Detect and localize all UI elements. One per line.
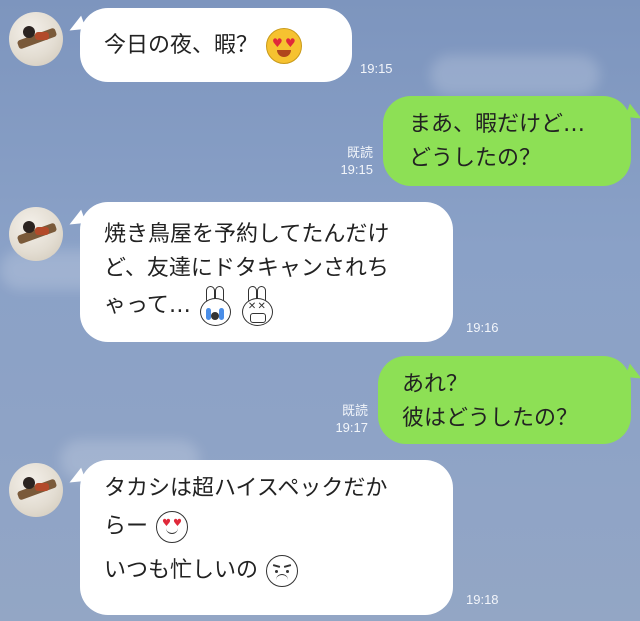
read-receipt: 既読 19:17: [335, 403, 368, 435]
shocked-bunny-icon: ✕ ✕: [239, 286, 275, 326]
incoming-message-bubble[interactable]: 今日の夜、暇？ ♥ ♥: [66, 8, 352, 82]
message-text: タカシは超ハイスペックだか: [104, 476, 388, 501]
message-text: どうしたの？: [409, 146, 542, 171]
message-text: 今日の夜、暇？: [104, 33, 259, 58]
message-timestamp: 19:15: [360, 61, 393, 76]
message-text: ど、友達にドタキャンされち: [104, 256, 389, 281]
message-timestamp: 19:16: [466, 320, 499, 335]
message-text: 焼き鳥屋を予約してたんだけ: [104, 222, 390, 247]
outgoing-message-bubble[interactable]: まあ、暇だけど… どうしたの？: [383, 96, 640, 186]
contact-avatar[interactable]: [9, 12, 63, 66]
message-text: いつも忙しいの: [104, 558, 259, 583]
background-cloud: [430, 55, 600, 95]
message-text: ゃって…: [104, 293, 191, 318]
heart-eyes-face-icon: ♥ ♥: [266, 28, 303, 64]
outgoing-message-bubble[interactable]: あれ？ 彼はどうしたの？: [378, 356, 640, 444]
message-text: 彼はどうしたの？: [402, 406, 579, 431]
heart-eyes-outline-face-icon: ♥ ♥: [156, 511, 189, 543]
incoming-message-bubble[interactable]: タカシは超ハイスペックだか らー ♥ ♥ いつも忙しいの: [66, 460, 453, 615]
message-text: らー: [104, 514, 149, 539]
frowning-face-icon: [266, 555, 299, 587]
contact-avatar[interactable]: [9, 207, 63, 261]
crying-bunny-icon: [197, 286, 233, 326]
read-receipt: 既読 19:15: [340, 145, 373, 177]
message-timestamp: 19:18: [466, 592, 499, 607]
message-text: まあ、暇だけど…: [409, 112, 586, 137]
message-text: あれ？: [402, 372, 469, 397]
incoming-message-bubble[interactable]: 焼き鳥屋を予約してたんだけ ど、友達にドタキャンされち ゃって… ✕ ✕: [66, 202, 453, 342]
contact-avatar[interactable]: [9, 463, 63, 517]
